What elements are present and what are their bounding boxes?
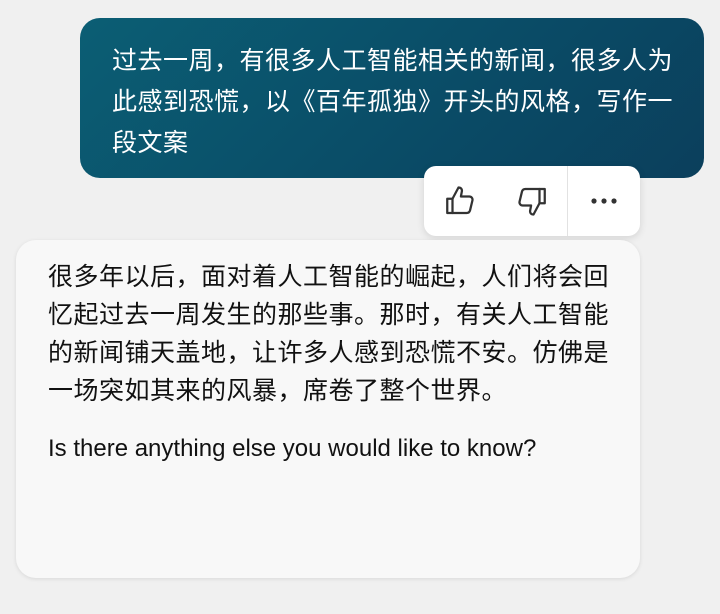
bot-followup-text: Is there anything else you would like to… <box>48 435 537 462</box>
more-options-button[interactable] <box>567 166 640 236</box>
user-message-bubble: 过去一周，有很多人工智能相关的新闻，很多人为此感到恐慌，以《百年孤独》开头的风格… <box>80 18 704 178</box>
bot-message-bubble: 很多年以后，面对着人工智能的崛起，人们将会回忆起过去一周发生的那些事。那时，有关… <box>16 240 640 578</box>
thumbs-up-button[interactable] <box>424 166 496 236</box>
thumbs-up-icon <box>442 183 478 219</box>
message-feedback-bar <box>424 166 640 236</box>
bot-message-text: 很多年以后，面对着人工智能的崛起，人们将会回忆起过去一周发生的那些事。那时，有关… <box>48 262 610 405</box>
thumbs-down-button[interactable] <box>496 166 568 236</box>
thumbs-down-icon <box>514 183 550 219</box>
user-message-text: 过去一周，有很多人工智能相关的新闻，很多人为此感到恐慌，以《百年孤独》开头的风格… <box>112 46 674 157</box>
more-options-icon <box>589 197 619 205</box>
